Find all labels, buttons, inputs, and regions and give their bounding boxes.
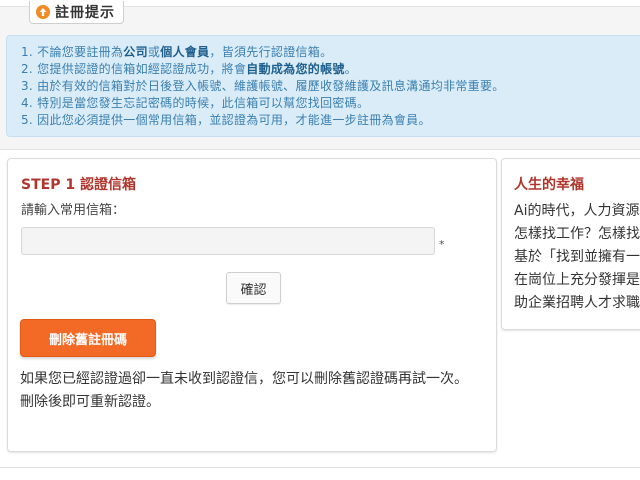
notice-text: 4. 特別是當您發生忘記密碼的時候，此信箱可以幫您找回密碼。 bbox=[21, 96, 370, 110]
notice-item: 5. 因此您必須提供一個常用信箱，並認證為可用，才能進一步註冊為會員。 bbox=[21, 112, 640, 129]
help-text: 如果您已經認證過卻一直未收到認證信，您可以刪除舊認證碼再試一次。刪除後即可重新認… bbox=[20, 371, 468, 410]
notice-list: 1. 不論您要註冊為公司或個人會員，皆須先行認證信箱。 2. 您提供認證的信箱如經… bbox=[7, 36, 640, 129]
notice-emphasis: 個人會員 bbox=[160, 45, 210, 59]
side-article-line: 在崗位上充分發揮是 bbox=[514, 272, 640, 288]
notice-text: 1. 不論您要註冊為 bbox=[21, 45, 124, 59]
side-article-line: Ai的時代，人力資源 bbox=[514, 203, 640, 219]
step-title: STEP 1 認證信箱 bbox=[21, 177, 136, 193]
side-article-line: 怎樣找工作？怎樣找 bbox=[514, 226, 640, 242]
email-verification-card: STEP 1 認證信箱 請輸入常用信箱： * 確認 刪除舊註冊碼 如果您已經認證… bbox=[7, 158, 497, 452]
email-field-label: 請輸入常用信箱： bbox=[21, 203, 126, 218]
divider bbox=[0, 467, 640, 468]
side-article-line: 助企業招聘人才求職 bbox=[514, 295, 640, 311]
notice-text: 5. 因此您必須提供一個常用信箱，並認證為可用，才能進一步註冊為會員。 bbox=[21, 113, 431, 127]
email-field[interactable] bbox=[21, 227, 435, 255]
notice-box: 1. 不論您要註冊為公司或個人會員，皆須先行認證信箱。 2. 您提供認證的信箱如經… bbox=[6, 35, 640, 137]
registration-notice-panel: 註冊提示 1. 不論您要註冊為公司或個人會員，皆須先行認證信箱。 2. 您提供認證… bbox=[0, 1, 640, 150]
notice-text: 3. 由於有效的信箱對於日後登入帳號、維護帳號、履歷收發維護及訊息溝通均非常重要… bbox=[21, 79, 505, 93]
required-mark: * bbox=[439, 238, 445, 251]
side-article-title: 人生的幸福 bbox=[514, 177, 584, 193]
side-article-card: 人生的幸福 Ai的時代，人力資源 怎樣找工作？怎樣找 基於「找到並擁有一 在崗位… bbox=[501, 158, 640, 330]
notice-text: 2. 您提供認證的信箱如經認證成功，將會 bbox=[21, 62, 247, 76]
notice-item: 2. 您提供認證的信箱如經認證成功，將會自動成為您的帳號。 bbox=[21, 61, 640, 78]
notice-item: 4. 特別是當您發生忘記密碼的時候，此信箱可以幫您找回密碼。 bbox=[21, 95, 640, 112]
notice-item: 3. 由於有效的信箱對於日後登入帳號、維護帳號、履歷收發維護及訊息溝通均非常重要… bbox=[21, 78, 640, 95]
notice-text: ，皆須先行認證信箱。 bbox=[209, 45, 333, 59]
notice-text: 。 bbox=[344, 62, 357, 76]
notice-tab: 註冊提示 bbox=[29, 1, 124, 24]
notice-emphasis: 自動成為您的帳號 bbox=[246, 62, 345, 76]
side-article-line: 基於「找到並擁有一 bbox=[514, 249, 640, 265]
delete-old-code-button[interactable]: 刪除舊註冊碼 bbox=[20, 319, 156, 357]
notice-tab-title: 註冊提示 bbox=[55, 5, 115, 21]
notice-text: 或 bbox=[147, 45, 161, 59]
side-article-body: Ai的時代，人力資源 怎樣找工作？怎樣找 基於「找到並擁有一 在崗位上充分發揮是… bbox=[514, 200, 640, 315]
arrow-up-circle-icon bbox=[36, 5, 50, 19]
notice-emphasis: 公司 bbox=[123, 45, 148, 59]
notice-item: 1. 不論您要註冊為公司或個人會員，皆須先行認證信箱。 bbox=[21, 44, 640, 61]
confirm-button[interactable]: 確認 bbox=[226, 272, 281, 304]
